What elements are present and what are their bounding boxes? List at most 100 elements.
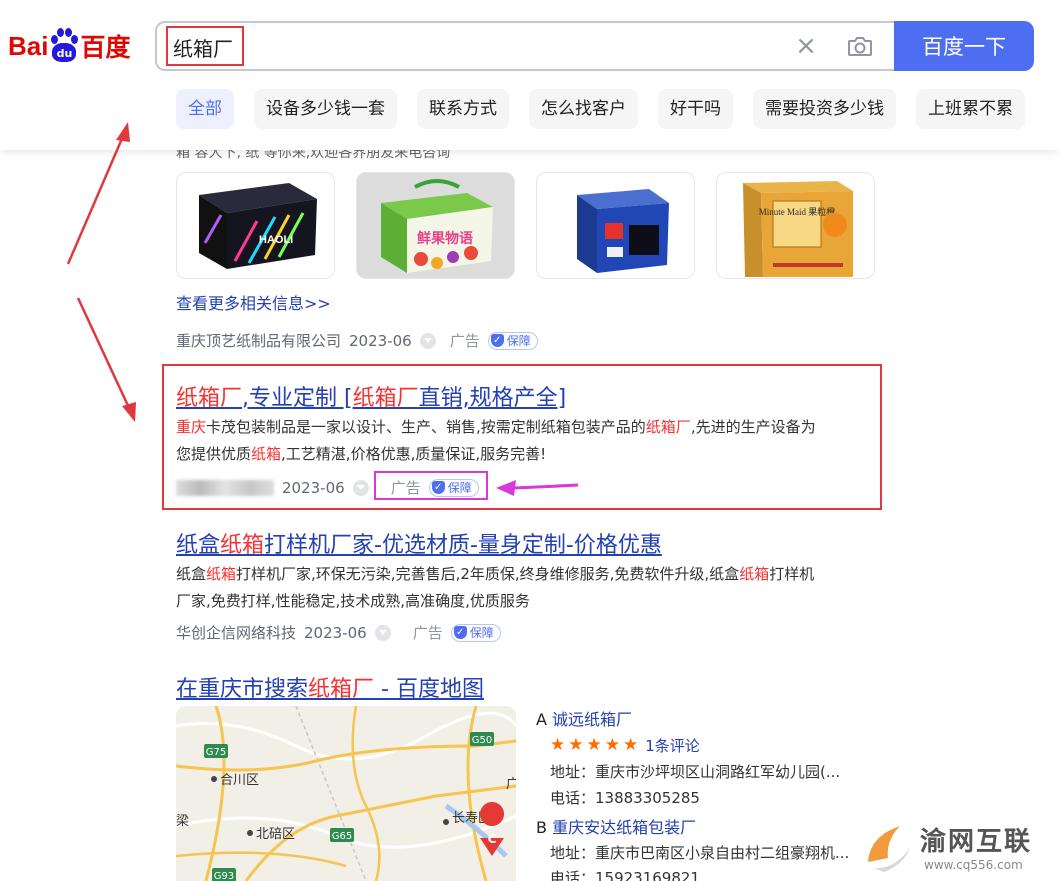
map-thumbnail[interactable]: G75 G50 G65 G93 合川区 北碚区 长寿区 梁 广 C	[176, 706, 516, 881]
guarantee-badge-label: 保障	[469, 626, 494, 640]
ad3-desc-text: 厂家,免费打样,性能稳定,技术成熟,高准确度,优质服务	[176, 592, 530, 610]
tab-find-customers[interactable]: 怎么找客户	[529, 89, 638, 129]
map-title-text: 在重庆市搜索	[176, 677, 309, 702]
shield-check-icon: ✓	[453, 626, 467, 639]
watermark-url: www.cq556.com	[924, 858, 1023, 872]
chevron-down-icon[interactable]	[352, 479, 369, 496]
map-label-hechuan: 合川区	[220, 773, 259, 788]
tab-contact[interactable]: 联系方式	[417, 89, 509, 129]
poi-b-address: 地址：重庆市巴南区小泉自由村二组豪翔机...	[550, 844, 850, 862]
tab-is-it-good[interactable]: 好干吗	[658, 89, 733, 129]
baidu-logo[interactable]: Bai du 百度	[8, 24, 130, 68]
tab-equipment-price[interactable]: 设备多少钱一套	[254, 89, 397, 129]
poi-a[interactable]: A 诚远纸箱厂	[536, 706, 632, 730]
tab-investment[interactable]: 需要投资多少钱	[753, 89, 896, 129]
ad2-desc-text: 您提供优质	[176, 445, 252, 463]
ad3-meta: 华创企信网络科技 2023-06 广告 ✓ 保障	[176, 622, 501, 643]
search-input[interactable]: 纸箱厂 ×	[155, 21, 897, 71]
close-icon[interactable]: ×	[793, 33, 819, 59]
ad2-date: 2023-06	[282, 478, 345, 497]
ad2-title-text: 直销,规格产全]	[418, 386, 567, 411]
logo-bai-text: Bai	[8, 30, 49, 61]
guarantee-badge[interactable]: ✓ 保障	[487, 331, 538, 350]
logo-du-text: du	[52, 43, 77, 62]
ad3-date: 2023-06	[304, 623, 367, 642]
ad3-desc-keyword: 纸箱	[206, 565, 237, 583]
map-label-guang: 广	[506, 777, 516, 792]
blurred-company-name	[176, 479, 274, 496]
star-icon: ★	[604, 735, 620, 755]
ad3-desc-text: 打样机	[769, 565, 815, 583]
ad3-title-text: 纸盒	[176, 533, 221, 558]
map-result-title-link[interactable]: 在重庆市搜索纸箱厂 - 百度地图	[176, 671, 484, 703]
chevron-down-icon[interactable]	[374, 624, 391, 641]
watermark-logo-icon	[868, 826, 910, 872]
chevron-down-icon[interactable]	[419, 332, 436, 349]
site-watermark: 渝网互联 www.cq556.com	[860, 818, 1059, 881]
ad2-title-link[interactable]: 纸箱厂,专业定制 [纸箱厂直销,规格产全]	[176, 380, 566, 412]
ad3-title-keyword: 纸箱	[220, 533, 265, 558]
camera-icon[interactable]	[847, 35, 873, 57]
map-label-beibei: 北碚区	[256, 827, 295, 842]
star-icon: ★	[568, 735, 584, 755]
ad2-description: 重庆卡茂包装制品是一家以设计、生产、销售,按需定制纸箱包装产品的纸箱厂,先进的生…	[176, 414, 876, 468]
red-arrow-up	[66, 133, 126, 265]
map-pin-c-label: C	[488, 832, 497, 846]
ad2-title-text: ,专业定制 [	[242, 386, 353, 411]
star-icon: ★	[550, 735, 566, 755]
search-button[interactable]: 百度一下	[894, 21, 1034, 71]
guarantee-badge[interactable]: ✓ 保障	[450, 623, 501, 642]
poi-b-letter: B	[536, 818, 547, 837]
map-label-g75: G75	[206, 747, 226, 758]
watermark-text: 渝网互联	[920, 827, 1033, 857]
poi-a-name[interactable]: 诚远纸箱厂	[552, 710, 632, 729]
search-results-page: Bai du 百度 纸箱厂 × 百度一下 全部 设备多少钱一套 联系方式 怎么找…	[0, 0, 1059, 881]
logo-cn-text: 百度	[80, 33, 131, 62]
ad2-desc-text: 卡茂包装制品是一家以设计、生产、销售,按需定制纸箱包装产品的	[206, 418, 646, 436]
map-title-keyword: 纸箱厂	[308, 677, 375, 702]
map-label-g50: G50	[472, 735, 492, 746]
star-icon: ★	[623, 735, 639, 755]
poi-a-reviews-link[interactable]: 1条评论	[645, 735, 700, 756]
map-label-g65: G65	[332, 831, 352, 842]
product-image-printer-box[interactable]	[536, 172, 695, 279]
tab-all[interactable]: 全部	[176, 89, 234, 129]
ad2-title-keyword: 纸箱厂	[176, 386, 243, 411]
ad3-desc-text: 打样机厂家,环保无污染,完善售后,2年质保,终身维修服务,免费软件升级,纸盒	[236, 565, 740, 583]
poi-a-address: 地址：重庆市沙坪坝区山洞路红军幼儿园(...	[550, 763, 841, 781]
product-image-juice-box[interactable]: Minute Maid 果粒橙	[716, 172, 875, 279]
poi-a-rating: ★ ★ ★ ★ ★ 1条评论	[550, 735, 700, 756]
ad3-ad-label: 广告	[412, 624, 443, 642]
view-more-link[interactable]: 查看更多相关信息>>	[176, 290, 331, 314]
poi-b-phone: 电话：15923169821	[550, 869, 700, 881]
ad1-image-gallery: HAOLI 鲜果物语 Minute Maid 果粒橙	[176, 172, 875, 279]
tab-work-load[interactable]: 上班累不累	[916, 89, 1025, 129]
related-search-tabs: 全部 设备多少钱一套 联系方式 怎么找客户 好干吗 需要投资多少钱 上班累不累	[176, 89, 1025, 129]
poi-b[interactable]: B 重庆安达纸箱包装厂	[536, 814, 696, 838]
shield-check-icon: ✓	[490, 334, 504, 347]
ad1-date: 2023-06	[349, 331, 412, 350]
ad2-desc-keyword: 重庆	[176, 418, 207, 436]
ad3-desc-text: 纸盒	[176, 565, 207, 583]
search-header: Bai du 百度 纸箱厂 × 百度一下 全部 设备多少钱一套 联系方式 怎么找…	[0, 0, 1059, 150]
ad1-ad-label: 广告	[449, 332, 480, 350]
ad3-title-link[interactable]: 纸盒纸箱打样机厂家-优选材质-量身定制-价格优惠	[176, 527, 662, 559]
fruit-box-text: 鲜果物语	[417, 230, 473, 247]
ad-label-annotation-box	[374, 471, 488, 500]
ad2-desc-text: ,工艺精湛,价格优惠,质量保证,服务完善!	[281, 445, 547, 463]
ad2-title-keyword: 纸箱厂	[352, 386, 419, 411]
product-image-haoli[interactable]: HAOLI	[176, 172, 335, 279]
poi-a-phone: 电话：13883305285	[550, 789, 700, 807]
map-label-g93: G93	[214, 871, 234, 881]
juice-box-brand: Minute Maid 果粒橙	[759, 206, 836, 217]
search-query-text: 纸箱厂	[173, 37, 233, 61]
haoli-box-text: HAOLI	[259, 234, 293, 246]
red-arrowhead-down	[122, 402, 136, 422]
ad2-desc-text: ,先进的生产设备为	[690, 418, 816, 436]
product-image-fruit-box[interactable]: 鲜果物语	[356, 172, 515, 279]
paw-icon: du	[49, 28, 79, 64]
ad2-desc-keyword: 纸箱厂	[645, 418, 691, 436]
ad3-title-text: 打样机厂家-优选材质-量身定制-价格优惠	[264, 533, 662, 558]
poi-b-name[interactable]: 重庆安达纸箱包装厂	[552, 818, 696, 837]
ad3-company: 华创企信网络科技	[176, 624, 297, 642]
